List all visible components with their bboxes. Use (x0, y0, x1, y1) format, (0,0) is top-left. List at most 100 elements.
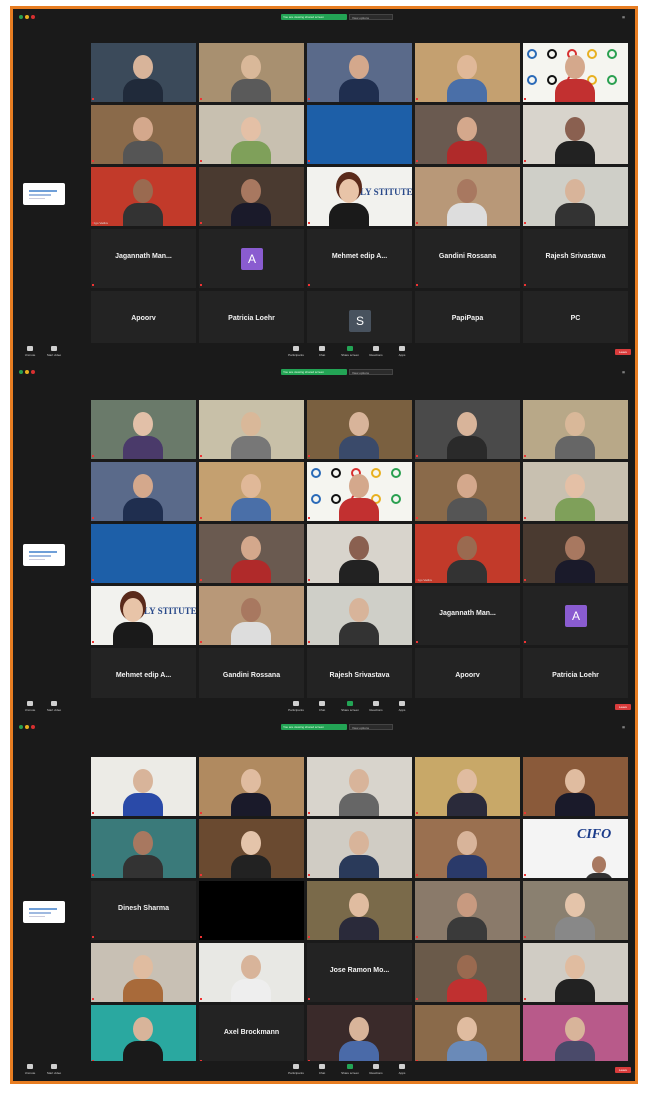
participant-tile[interactable] (307, 819, 412, 878)
participant-tile[interactable] (91, 943, 196, 1002)
leave-meeting-button[interactable]: Leave (615, 704, 631, 710)
window-control-icon[interactable] (25, 15, 29, 19)
participant-tile[interactable] (91, 105, 196, 164)
participant-tile[interactable] (307, 1005, 412, 1064)
camera-button[interactable]: Start video (43, 701, 65, 712)
participant-tile[interactable] (199, 105, 304, 164)
participant-tile[interactable] (415, 462, 520, 521)
participant-tile[interactable]: Jose Ramon Mo... (307, 943, 412, 1002)
participant-tile[interactable] (307, 400, 412, 459)
reactions-button[interactable]: Reactions (365, 1064, 387, 1075)
participant-tile[interactable] (523, 105, 628, 164)
participant-tile[interactable] (415, 105, 520, 164)
apps-button[interactable]: Apps (391, 701, 413, 712)
participant-tile[interactable]: Jagannath Man... (91, 229, 196, 288)
gallery-view-icon[interactable]: ▦ (622, 370, 625, 374)
apps-button[interactable]: Apps (391, 346, 413, 357)
shared-screen-banner[interactable]: You are viewing shared screen (281, 369, 347, 375)
participant-tile[interactable]: Apoorv (91, 291, 196, 350)
participant-tile[interactable] (307, 524, 412, 583)
chat-button[interactable]: Chat (311, 701, 333, 712)
participant-tile[interactable] (523, 167, 628, 226)
participant-tile[interactable] (91, 400, 196, 459)
participant-tile[interactable] (199, 462, 304, 521)
participant-tile[interactable]: Jagannath Man... (415, 586, 520, 645)
window-control-icon[interactable] (31, 15, 35, 19)
chat-button[interactable]: Chat (311, 1064, 333, 1075)
shared-screen-thumbnail[interactable] (23, 544, 65, 566)
mic-button[interactable]: Unmute (19, 1064, 41, 1075)
camera-button[interactable]: Start video (43, 1064, 65, 1075)
participant-tile[interactable] (199, 43, 304, 102)
share-button[interactable]: Share screen (339, 701, 361, 712)
participant-tile[interactable] (91, 462, 196, 521)
participant-tile[interactable] (415, 757, 520, 816)
participant-tile[interactable]: A (523, 586, 628, 645)
participant-tile[interactable] (199, 167, 304, 226)
participant-tile[interactable] (199, 881, 304, 940)
participant-tile[interactable] (91, 43, 196, 102)
participant-tile[interactable]: S (307, 291, 412, 350)
participant-tile[interactable] (523, 1005, 628, 1064)
participant-tile[interactable]: Rajesh Srivastava (523, 229, 628, 288)
apps-button[interactable]: Apps (391, 1064, 413, 1075)
participant-tile[interactable] (415, 881, 520, 940)
mic-button[interactable]: Unmute (19, 701, 41, 712)
participant-tile[interactable]: Gandini Rossana (415, 229, 520, 288)
participant-tile[interactable] (199, 757, 304, 816)
view-options-button[interactable]: View options (349, 369, 393, 375)
participant-tile[interactable]: Ugo Vadivu (91, 167, 196, 226)
leave-meeting-button[interactable]: Leave (615, 1067, 631, 1073)
participant-tile[interactable] (307, 881, 412, 940)
window-control-icon[interactable] (19, 15, 23, 19)
participant-tile[interactable] (523, 400, 628, 459)
participant-tile[interactable] (199, 943, 304, 1002)
camera-button[interactable]: Start video (43, 346, 65, 357)
reactions-button[interactable]: Reactions (365, 701, 387, 712)
participant-tile[interactable] (307, 586, 412, 645)
participant-tile[interactable] (415, 400, 520, 459)
view-options-button[interactable]: View options (349, 724, 393, 730)
gallery-view-icon[interactable]: ▦ (622, 15, 625, 19)
participants-button[interactable]: Participants (285, 701, 307, 712)
participant-tile[interactable] (91, 1005, 196, 1064)
participant-tile[interactable] (199, 400, 304, 459)
participant-tile[interactable] (91, 819, 196, 878)
mic-button[interactable]: Unmute (19, 346, 41, 357)
participants-button[interactable]: Participants (285, 346, 307, 357)
participant-tile[interactable]: Axel Brockmann (199, 1005, 304, 1064)
participant-tile[interactable] (523, 43, 628, 102)
window-control-icon[interactable] (31, 370, 35, 374)
participant-tile[interactable] (307, 105, 412, 164)
participant-tile[interactable] (523, 524, 628, 583)
shared-screen-banner[interactable]: You are viewing shared screen (281, 724, 347, 730)
participant-tile[interactable] (307, 43, 412, 102)
participant-tile[interactable]: A (199, 229, 304, 288)
participant-tile[interactable] (199, 819, 304, 878)
participant-tile[interactable] (523, 462, 628, 521)
window-control-icon[interactable] (25, 725, 29, 729)
shared-screen-thumbnail[interactable] (23, 183, 65, 205)
window-control-icon[interactable] (25, 370, 29, 374)
participant-tile[interactable] (415, 1005, 520, 1064)
participant-tile[interactable] (199, 586, 304, 645)
gallery-view-icon[interactable]: ▦ (622, 725, 625, 729)
reactions-button[interactable]: Reactions (365, 346, 387, 357)
participant-tile[interactable] (91, 757, 196, 816)
participant-tile[interactable]: CIFO (523, 819, 628, 878)
share-button[interactable]: Share screen (339, 346, 361, 357)
shared-screen-banner[interactable]: You are viewing shared screen (281, 14, 347, 20)
leave-meeting-button[interactable]: Leave (615, 349, 631, 355)
participant-tile[interactable]: Patricia Loehr (199, 291, 304, 350)
participant-tile[interactable] (415, 167, 520, 226)
participants-button[interactable]: Participants (285, 1064, 307, 1075)
share-button[interactable]: Share screen (339, 1064, 361, 1075)
participant-tile[interactable]: PC (523, 291, 628, 350)
participant-tile[interactable] (523, 757, 628, 816)
participant-tile[interactable]: PapiPapa (415, 291, 520, 350)
participant-tile[interactable] (415, 943, 520, 1002)
participant-tile[interactable]: OLY STITUTE (307, 167, 412, 226)
participant-tile[interactable]: Ugo Vadivu (415, 524, 520, 583)
participant-tile[interactable]: Dinesh Sharma (91, 881, 196, 940)
participant-tile[interactable] (307, 462, 412, 521)
